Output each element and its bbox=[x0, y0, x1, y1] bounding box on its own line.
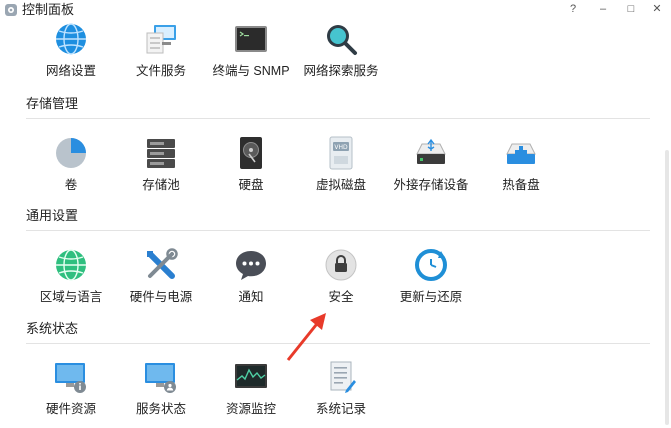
service-status-icon bbox=[145, 363, 176, 393]
update-restore-icon bbox=[415, 249, 447, 281]
system-log-icon bbox=[330, 361, 356, 393]
minimize-button[interactable]: – bbox=[592, 1, 614, 17]
item-hard-disk[interactable]: 硬盘 bbox=[206, 136, 296, 198]
section-title-general: 通用设置 bbox=[26, 208, 79, 223]
item-label: 网络探索服务 bbox=[303, 64, 379, 78]
storage-pool-icon bbox=[147, 139, 175, 168]
item-volume[interactable]: 卷 bbox=[26, 136, 116, 198]
item-security[interactable]: 安全 bbox=[296, 248, 386, 310]
item-label: 系统记录 bbox=[315, 402, 366, 416]
window-title: 控制面板 bbox=[22, 2, 75, 17]
close-button[interactable]: ✕ bbox=[646, 1, 668, 17]
title-bar: 控制面板 ? – □ ✕ bbox=[0, 0, 671, 20]
chat-bubble-icon bbox=[236, 251, 266, 280]
maximize-button[interactable]: □ bbox=[620, 1, 642, 17]
section-divider bbox=[26, 118, 650, 119]
section-title-storage: 存储管理 bbox=[26, 96, 79, 111]
annotation-arrow-icon bbox=[286, 313, 326, 361]
item-storage-pool[interactable]: 存储池 bbox=[116, 136, 206, 198]
item-file-services[interactable]: 文件服务 bbox=[116, 22, 206, 84]
svg-text:VHD: VHD bbox=[334, 144, 348, 151]
lock-icon bbox=[325, 249, 357, 281]
help-button[interactable]: ? bbox=[562, 1, 584, 17]
volume-pie-icon bbox=[56, 138, 86, 168]
control-panel-app-icon bbox=[5, 4, 17, 16]
region-globe-icon bbox=[56, 249, 86, 281]
vhd-icon: VHD bbox=[329, 136, 353, 170]
item-label: 热备盘 bbox=[502, 178, 540, 192]
item-external-storage[interactable]: 外接存储设备 bbox=[386, 136, 476, 198]
item-hardware-power[interactable]: 硬件与电源 bbox=[116, 248, 206, 310]
item-hardware-resources[interactable]: 硬件资源 bbox=[26, 360, 116, 422]
vertical-scrollbar[interactable] bbox=[665, 150, 669, 425]
globe-network-icon bbox=[56, 23, 86, 55]
file-services-icon bbox=[146, 25, 176, 54]
hardware-monitor-icon bbox=[55, 363, 86, 393]
item-network-discovery[interactable]: 网络探索服务 bbox=[296, 22, 386, 84]
item-network-settings[interactable]: 网络设置 bbox=[26, 22, 116, 84]
item-terminal-snmp[interactable]: 终端与 SNMP bbox=[206, 22, 296, 84]
hot-spare-icon bbox=[506, 143, 536, 164]
item-update-restore[interactable]: 更新与还原 bbox=[386, 248, 476, 310]
terminal-icon bbox=[235, 26, 267, 52]
item-notifications[interactable]: 通知 bbox=[206, 248, 296, 310]
item-service-status[interactable]: 服务状态 bbox=[116, 360, 206, 422]
resource-monitor-icon bbox=[235, 364, 267, 388]
control-panel-content: 网络设置 文件服务 终端与 SNMP 网络探索服务 存储管理 卷 存储池 硬盘 … bbox=[0, 20, 660, 428]
item-label: 更新与还原 bbox=[399, 290, 463, 304]
section-divider bbox=[26, 343, 650, 344]
item-region-language[interactable]: 区域与语言 bbox=[26, 248, 116, 310]
section-divider bbox=[26, 230, 650, 231]
item-hot-spare[interactable]: 热备盘 bbox=[476, 136, 566, 198]
item-resource-monitor[interactable]: 资源监控 bbox=[206, 360, 296, 422]
section-title-system-status: 系统状态 bbox=[26, 321, 79, 336]
hard-disk-icon bbox=[240, 137, 262, 169]
tools-icon bbox=[147, 248, 178, 279]
item-virtual-disk[interactable]: VHD 虚拟磁盘 bbox=[296, 136, 386, 198]
item-system-log[interactable]: 系统记录 bbox=[296, 360, 386, 422]
usb-drive-icon bbox=[416, 138, 446, 164]
discovery-search-icon bbox=[327, 25, 357, 55]
